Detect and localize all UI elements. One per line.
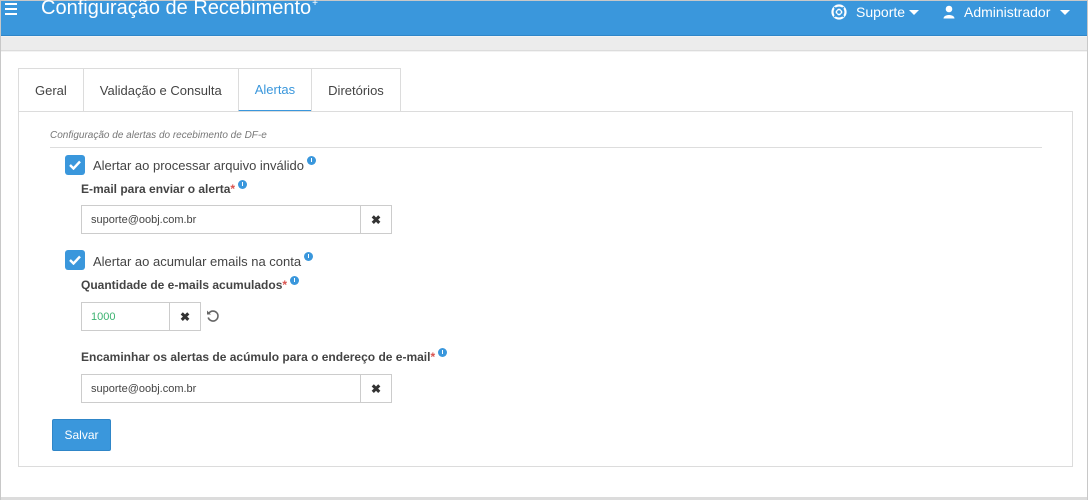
alert-invalid-label: Alertar ao processar arquivo inválido — [93, 156, 316, 173]
section-title: Configuração de alertas do recebimento d… — [50, 130, 267, 141]
quantity-label: Quantidade de e-mails acumulados* — [81, 276, 300, 292]
alert-accumulate-label: Alertar ao acumular emails na conta — [93, 252, 314, 269]
clear-quantity-button[interactable]: ✖ — [170, 302, 201, 331]
page-title: Configuração de Recebimento+ — [41, 0, 318, 20]
checkmark-icon — [69, 160, 81, 170]
required-mark: * — [430, 350, 436, 364]
alert-invalid-label-text: Alertar ao processar arquivo inválido — [93, 158, 304, 173]
alert-invalid-checkbox[interactable] — [65, 155, 85, 175]
info-icon[interactable] — [238, 180, 248, 189]
quantity-label-text: Quantidade de e-mails acumulados — [81, 278, 283, 292]
quantity-input[interactable] — [81, 302, 170, 331]
checkmark-icon — [69, 255, 81, 265]
support-menu[interactable]: Suporte — [831, 3, 920, 21]
email-alert-label: E-mail para enviar o alerta* — [81, 180, 248, 196]
tab-bar: Geral Validação e Consulta Alertas Diret… — [18, 68, 401, 112]
tab-diretorios[interactable]: Diretórios — [311, 68, 401, 112]
top-bar: Configuração de Recebimento+ Suporte Adm… — [1, 0, 1087, 36]
reset-icon[interactable] — [206, 309, 220, 326]
email-alert-input[interactable] — [81, 205, 361, 234]
close-icon: ✖ — [370, 381, 382, 396]
chevron-down-icon — [909, 9, 920, 15]
main-content: Geral Validação e Consulta Alertas Diret… — [1, 52, 1087, 500]
required-mark: * — [282, 278, 288, 292]
info-icon[interactable] — [304, 252, 314, 261]
admin-menu[interactable]: Administrador — [943, 3, 1071, 21]
forward-email-group: ✖ — [81, 374, 392, 403]
forward-email-label-text: Encaminhar os alertas de acúmulo para o … — [81, 350, 431, 364]
forward-email-label: Encaminhar os alertas de acúmulo para o … — [81, 348, 448, 364]
app-window: Configuração de Recebimento+ Suporte Adm… — [0, 0, 1088, 500]
alert-accumulate-checkbox[interactable] — [65, 250, 85, 270]
info-icon[interactable] — [290, 276, 300, 285]
support-label: Suporte — [856, 4, 906, 20]
quantity-group: ✖ — [81, 302, 201, 331]
tab-geral[interactable]: Geral — [18, 68, 84, 112]
title-badge: + — [312, 0, 319, 10]
forward-email-input[interactable] — [81, 374, 361, 403]
undo-icon — [207, 310, 219, 322]
section-divider — [50, 147, 1042, 148]
email-alert-label-text: E-mail para enviar o alerta — [81, 182, 231, 196]
user-icon — [943, 5, 955, 19]
menu-icon[interactable] — [5, 3, 21, 17]
sub-header — [1, 37, 1087, 51]
info-icon[interactable] — [438, 348, 448, 357]
info-icon[interactable] — [307, 156, 316, 165]
tab-validacao-consulta[interactable]: Validação e Consulta — [82, 68, 239, 112]
alerts-panel: Configuração de alertas do recebimento d… — [18, 111, 1073, 467]
clear-forward-email-button[interactable]: ✖ — [361, 374, 392, 403]
chevron-down-icon — [1060, 9, 1071, 15]
lifebuoy-icon — [831, 4, 847, 20]
admin-label: Administrador — [964, 4, 1051, 20]
email-alert-group: ✖ — [81, 205, 392, 234]
close-icon: ✖ — [370, 212, 382, 227]
save-button[interactable]: Salvar — [52, 419, 111, 451]
required-mark: * — [230, 182, 236, 196]
close-icon: ✖ — [179, 309, 191, 324]
alert-accumulate-label-text: Alertar ao acumular emails na conta — [93, 254, 302, 269]
tab-alertas[interactable]: Alertas — [237, 68, 313, 112]
clear-email-alert-button[interactable]: ✖ — [361, 205, 392, 234]
page-title-text: Configuração de Recebimento — [41, 0, 312, 19]
